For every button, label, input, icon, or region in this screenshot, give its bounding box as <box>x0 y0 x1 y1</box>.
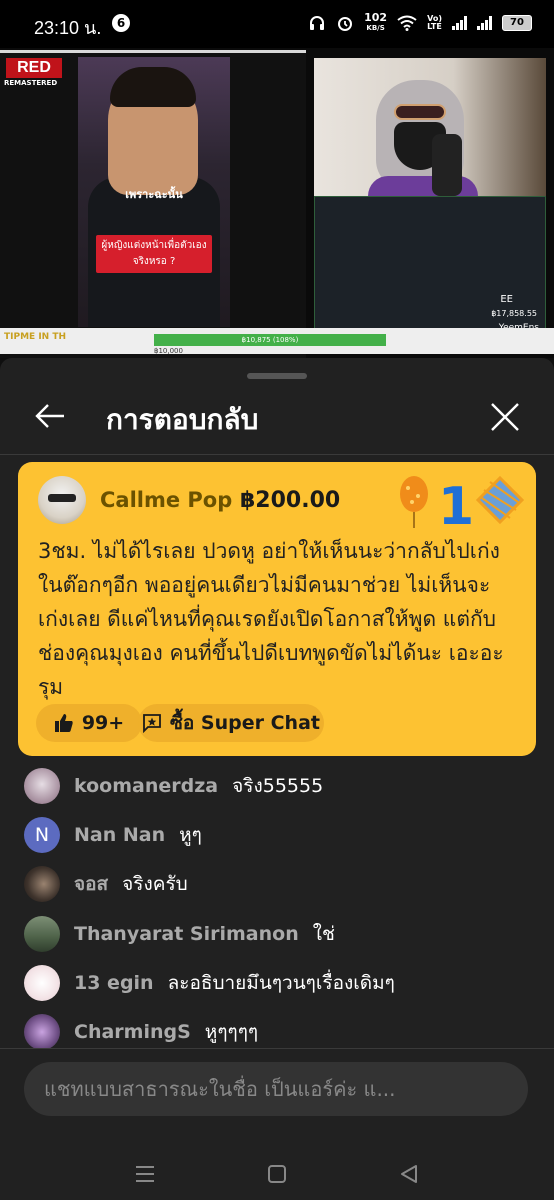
like-count: 99+ <box>81 712 125 734</box>
home-icon[interactable] <box>265 1162 289 1186</box>
chat-message[interactable]: จอส จริงครับ <box>24 864 188 904</box>
chat-message[interactable]: Thanyarat Sirimanon ใช่ <box>24 914 335 954</box>
video-clip: เพราะฉะนั้น ผู้หญิงแต่งหน้าเพื่อตัวเอง จ… <box>78 57 230 327</box>
avatar <box>24 1014 60 1048</box>
video-player[interactable]: เพราะฉะนั้น ผู้หญิงแต่งหน้าเพื่อตัวเอง จ… <box>0 48 554 358</box>
buy-superchat-label: ซื้อ Super Chat <box>170 712 320 734</box>
chat-list[interactable]: koomanerdza จริง55555 N Nan Nan หูๆ จอส … <box>0 766 554 1048</box>
stream-overlay: EE ฿17,858.55 YeemEns <box>314 196 546 336</box>
chat-author: CharmingS <box>74 1021 191 1043</box>
chat-text: ละอธิบายมึนๆวนๆเรื่องเดิมๆ <box>167 972 395 994</box>
microphone <box>432 134 462 196</box>
avatar <box>24 866 60 902</box>
balloons-sticker-icon: 1 <box>400 475 525 528</box>
wifi-icon <box>397 15 417 31</box>
avatar <box>24 916 60 952</box>
like-button[interactable]: 99+ <box>36 704 142 742</box>
chat-text: หูๆ <box>179 824 202 846</box>
superchat-avatar <box>38 476 86 524</box>
tipme-logo: TIPME IN TH <box>4 332 67 342</box>
net-speed: 102 KB/S <box>364 11 388 32</box>
recent-apps-icon[interactable] <box>133 1162 157 1186</box>
buy-superchat-button[interactable]: ซื้อ Super Chat <box>138 704 324 742</box>
signal-icon-2 <box>477 16 492 30</box>
battery-icon: 70 <box>502 15 532 31</box>
status-time: 23:10 น. <box>34 18 102 38</box>
overlay-label: EE <box>500 294 513 305</box>
webcam-feed <box>314 58 546 198</box>
superchat-card[interactable]: Callme Pop ฿200.00 1 3ชม. ไม่ได้ไรเลย ปว… <box>18 462 536 756</box>
channel-logo: RED <box>6 58 62 78</box>
shared-screen: เพราะฉะนั้น ผู้หญิงแต่งหน้าเพื่อตัวเอง จ… <box>0 50 306 358</box>
headphones-icon <box>310 16 325 30</box>
donation-goal-sub: ฿10,000 <box>154 347 183 355</box>
header-divider <box>0 454 554 455</box>
superchat-amount: ฿200.00 <box>240 488 341 513</box>
chat-message[interactable]: N Nan Nan หูๆ <box>24 815 202 855</box>
close-icon[interactable] <box>488 400 522 434</box>
status-icons: 102 KB/S Vo) LTE 70 <box>308 12 532 34</box>
replies-sheet: การตอบกลับ Callme Pop ฿200.00 1 3ชม. ไม่… <box>0 358 554 1200</box>
signal-icon <box>452 16 467 30</box>
status-bar: 23:10 น. 6 102 KB/S Vo) LTE 70 <box>0 0 554 48</box>
page-title: การตอบกลับ <box>106 403 259 436</box>
volte-indicator: Vo) LTE <box>427 14 442 31</box>
alarm-icon <box>338 17 353 31</box>
avatar: N <box>24 817 60 853</box>
back-arrow-icon[interactable] <box>34 400 66 432</box>
channel-logo-sub: REMASTERED <box>4 79 58 87</box>
back-icon[interactable] <box>397 1162 421 1186</box>
input-divider <box>0 1048 554 1049</box>
chat-message[interactable]: CharmingS หูๆๆๆๆ <box>24 1012 258 1048</box>
svg-text:1: 1 <box>438 477 474 528</box>
thumbs-up-icon <box>54 714 73 732</box>
system-nav-bar <box>0 1148 554 1200</box>
clip-caption-highlight: ผู้หญิงแต่งหน้าเพื่อตัวเอง จริงหรอ ? <box>96 235 212 273</box>
chat-author: koomanerdza <box>74 775 219 797</box>
superchat-icon <box>143 714 161 733</box>
chat-text: จริง55555 <box>232 775 324 797</box>
superchat-message: 3ชม. ไม่ได้ไรเลย ปวดหู อย่าให้เห็นนะว่าก… <box>38 539 504 699</box>
chat-author: จอส <box>74 873 109 895</box>
superchat-author: Callme Pop <box>100 488 233 512</box>
chat-message[interactable]: koomanerdza จริง55555 <box>24 766 323 806</box>
notification-badge: 6 <box>112 14 130 32</box>
chat-author: Thanyarat Sirimanon <box>74 923 299 945</box>
chat-author: 13 egin <box>74 972 154 994</box>
donation-goal-bar: ฿10,875 (108%) <box>154 334 386 346</box>
chat-message[interactable]: 13 egin ละอธิบายมึนๆวนๆเรื่องเดิมๆ <box>24 963 395 1003</box>
avatar <box>24 965 60 1001</box>
chat-text: ใช่ <box>312 923 335 945</box>
clip-caption: เพราะฉะนั้น <box>125 188 183 201</box>
chat-text: จริงครับ <box>122 873 188 895</box>
chat-author: Nan Nan <box>74 824 166 846</box>
chat-input[interactable]: แชทแบบสาธารณะในชื่อ เป็นแอร์ค่ะ แ... <box>24 1062 528 1116</box>
chat-text: หูๆๆๆๆ <box>204 1021 259 1043</box>
drag-handle[interactable] <box>247 373 307 379</box>
avatar <box>24 768 60 804</box>
desktop-taskbar: TIPME IN TH ฿10,875 (108%) ฿10,000 <box>0 328 554 355</box>
overlay-amount: ฿17,858.55 <box>491 309 537 318</box>
